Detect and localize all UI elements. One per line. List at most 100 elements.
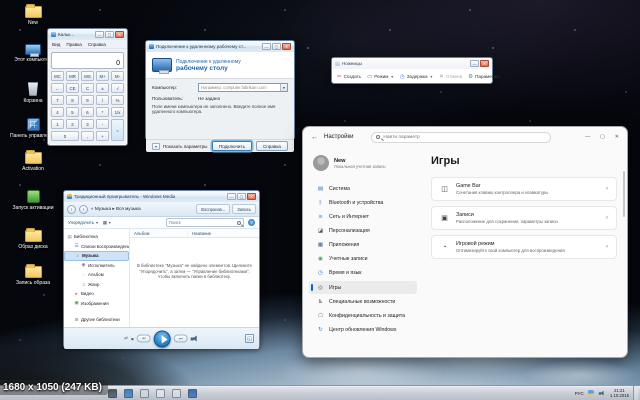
maximize-button[interactable]: ▢ (237, 193, 246, 200)
volume-icon[interactable] (191, 335, 199, 342)
tab-burn[interactable]: Запись (232, 204, 256, 214)
calc-key-±[interactable]: ± (96, 83, 109, 93)
taskbar-settings-icon[interactable] (124, 389, 133, 398)
sidebar-item-gaming[interactable]: ◎Игры (309, 281, 417, 294)
back-button[interactable]: ‹ (67, 205, 76, 214)
view-options-icon[interactable]: ▦ ▼ (103, 220, 112, 226)
maximize-button[interactable]: ▢ (272, 43, 281, 50)
sidebar-item-time-language[interactable]: ◷Время и язык (309, 267, 417, 280)
card-captures[interactable]: ▣ЗаписиРасположение для сохранения, пара… (431, 206, 617, 230)
tray-volume-icon[interactable] (599, 390, 605, 396)
desktop-icon-activation[interactable]: Activation (4, 152, 62, 172)
wmp-titlebar[interactable]: Традиционный проигрыватель - Windows Med… (64, 191, 259, 202)
desktop-icon-disk-image[interactable]: Образ диска (4, 230, 62, 250)
calc-key-8[interactable]: 8 (66, 95, 79, 105)
maximize-button[interactable]: ▢ (105, 31, 114, 38)
minimize-button[interactable]: — (470, 60, 479, 67)
card-game-mode[interactable]: ◔Игровой режимОптимизируйте свой компьют… (431, 235, 617, 259)
column-title[interactable]: Название (188, 231, 211, 236)
calc-key-MS[interactable]: MS (81, 71, 94, 81)
breadcrumb[interactable]: « Музыка ▸ Вся музыка (91, 206, 141, 212)
sidebar-item-windows-update[interactable]: ↻Центр обновления Windows (309, 324, 417, 337)
calc-key-MC[interactable]: MC (51, 71, 64, 81)
calc-key-=[interactable]: = (111, 119, 124, 141)
taskbar-rdp-icon[interactable] (188, 389, 197, 398)
sidebar-item-apps[interactable]: ▦Приложения (309, 239, 417, 252)
tree-item-other-libraries[interactable]: ⊞Другие библиотеки (64, 315, 129, 325)
calc-key-3[interactable]: 3 (81, 119, 94, 129)
tree-item-music[interactable]: ♪Музыка (64, 251, 129, 261)
sidebar-item-accessibility[interactable]: ♿Специальные возможности (309, 295, 417, 308)
minimize-button[interactable]: — (262, 43, 271, 50)
calc-key-0[interactable]: 0 (51, 131, 79, 141)
calc-key-9[interactable]: 9 (81, 95, 94, 105)
previous-button[interactable]: ⏮ (137, 335, 151, 343)
taskbar-wmp-icon[interactable] (172, 389, 181, 398)
scrollbar[interactable] (623, 171, 625, 217)
rdp-titlebar[interactable]: Подключение к удаленному рабочему ст... … (146, 41, 294, 52)
sidebar-item-system[interactable]: ▤Система (309, 183, 417, 196)
calc-key-C[interactable]: C (81, 83, 94, 93)
close-button[interactable]: ✕ (247, 193, 256, 200)
next-button[interactable]: ⏭ (174, 335, 188, 343)
sidebar-item-personalization[interactable]: ◪Персонализация (309, 225, 417, 238)
connect-button[interactable]: Подключить (212, 141, 252, 151)
desktop-icon-activation-app[interactable]: Запуск активации (4, 190, 62, 211)
maximize-button[interactable]: ▢ (600, 134, 605, 140)
column-album[interactable]: Альбом (130, 231, 188, 236)
menu-help[interactable]: Справка (88, 42, 106, 47)
calc-key-√[interactable]: √ (111, 83, 124, 93)
calc-key-*[interactable]: * (96, 107, 109, 117)
tab-play[interactable]: Воспроизв... (196, 204, 230, 214)
calc-key-%[interactable]: % (111, 95, 124, 105)
calc-key-5[interactable]: 5 (66, 107, 79, 117)
desktop-icon-image-burn[interactable]: Запись образа (4, 266, 62, 286)
tree-item-genre[interactable]: ♫Жанр (64, 280, 129, 290)
calc-key-←[interactable]: ← (51, 83, 64, 93)
wmp-search-input[interactable] (169, 220, 237, 225)
calc-key-4[interactable]: 4 (51, 107, 64, 117)
mode-button[interactable]: ▭Режим▼ (367, 74, 394, 80)
new-button[interactable]: ✂Создать (337, 74, 361, 80)
sidebar-item-accounts[interactable]: ◉Учетные записи (309, 253, 417, 266)
calc-key-+[interactable]: + (96, 131, 109, 141)
close-button[interactable]: ✕ (480, 60, 489, 67)
desktop-icon-new[interactable]: New (4, 6, 62, 26)
show-options-chevron-icon[interactable]: ▼ (152, 143, 160, 150)
back-arrow-icon[interactable]: ← (311, 134, 318, 141)
taskbar-calculator-icon[interactable] (140, 389, 149, 398)
settings-search[interactable] (371, 132, 551, 143)
close-button[interactable]: ✕ (115, 31, 124, 38)
delay-button[interactable]: ◷Задержка▼ (400, 74, 433, 80)
calc-key-M+[interactable]: M+ (96, 71, 109, 81)
play-button[interactable] (154, 330, 171, 347)
taskbar-explorer-icon[interactable] (108, 389, 117, 398)
settings-search-input[interactable] (383, 135, 546, 140)
wmp-search[interactable] (166, 218, 244, 227)
show-desktop-button[interactable] (633, 386, 638, 400)
close-button[interactable]: ✕ (282, 43, 291, 50)
settings-titlebar[interactable]: ← Настройки —▢✕ (303, 127, 627, 147)
stop-icon[interactable]: ■ (131, 336, 134, 341)
user-profile[interactable]: New Локальная учетная запись (309, 151, 423, 181)
calc-key-1/x[interactable]: 1/x (111, 107, 124, 117)
clock[interactable]: 21:21 1.10.2015 (610, 388, 629, 398)
show-options-link[interactable]: Показать параметры (163, 144, 207, 149)
snipping-titlebar[interactable]: Ножницы —✕ (332, 58, 492, 69)
calc-key-,[interactable]: , (81, 131, 94, 141)
menu-edit[interactable]: Правка (66, 42, 82, 47)
calc-key-7[interactable]: 7 (51, 95, 64, 105)
calc-key-MR[interactable]: MR (66, 71, 79, 81)
chevron-down-icon[interactable]: ▼ (280, 84, 287, 91)
calc-key-CE[interactable]: CE (66, 83, 79, 93)
card-game-bar[interactable]: ◫Game BarСочетания клавиш контроллера и … (431, 177, 617, 201)
calc-key-1[interactable]: 1 (51, 119, 64, 129)
tree-item-album[interactable]: ◌Альбом (64, 270, 129, 280)
forward-button[interactable]: › (79, 205, 88, 214)
calc-key-/[interactable]: / (96, 95, 109, 105)
minimize-button[interactable]: — (585, 134, 590, 140)
taskbar-snipping-icon[interactable] (156, 389, 165, 398)
shuffle-icon[interactable]: ⇄ (124, 336, 128, 342)
help-button[interactable]: Справка (256, 141, 288, 151)
computer-combobox[interactable]: Например: computer.fabrikam.com ▼ (198, 83, 288, 92)
